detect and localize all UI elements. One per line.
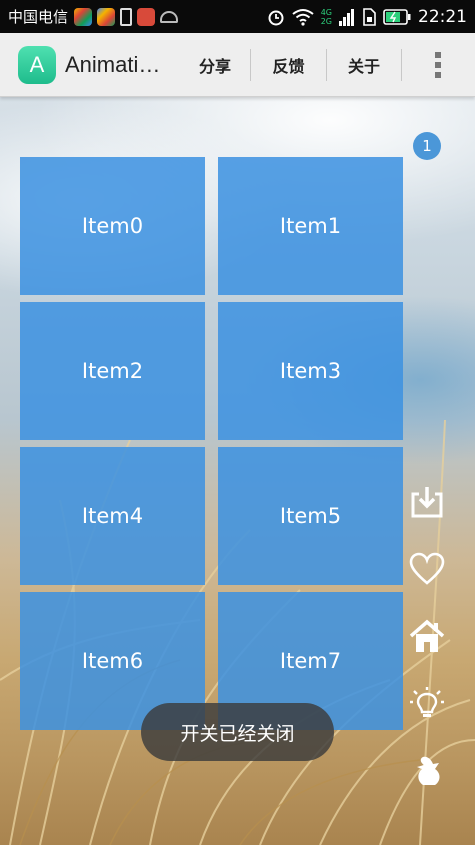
wifi-icon <box>292 8 314 26</box>
network-type-label: 4G 2G <box>321 8 332 26</box>
alarm-icon <box>268 10 284 25</box>
status-clock: 22:21 <box>418 6 467 27</box>
grid-item[interactable]: Item2 <box>20 302 205 440</box>
battery-saver-icon <box>120 7 133 26</box>
overflow-menu-icon[interactable] <box>402 33 474 97</box>
android-icon <box>160 10 179 23</box>
battery-icon <box>383 8 411 25</box>
app-logo: A <box>18 45 56 84</box>
network-2g-label: 2G <box>320 16 332 26</box>
grid-item[interactable]: Item4 <box>20 447 205 585</box>
count-badge[interactable]: 1 <box>413 132 441 160</box>
carrier-name: 中国电信 <box>8 8 69 26</box>
signal-icon <box>339 8 354 26</box>
app-notification-icon <box>137 7 156 26</box>
grid-item[interactable]: Item5 <box>218 447 403 585</box>
heart-icon[interactable] <box>409 551 445 587</box>
bird-icon[interactable] <box>409 753 445 789</box>
app-title: Animati… <box>65 51 161 77</box>
grid-item[interactable]: Item3 <box>218 302 403 440</box>
sim-card-icon <box>363 7 376 26</box>
menu-feedback[interactable]: 反馈 <box>251 49 326 81</box>
network-4g-label: 4G <box>320 7 332 17</box>
toast-message: 开关已经关闭 <box>141 703 334 761</box>
menu-share[interactable]: 分享 <box>180 49 250 81</box>
lightbulb-icon[interactable] <box>409 686 445 722</box>
grid-item[interactable]: Item1 <box>218 157 403 295</box>
status-bar: 中国电信 4G 2G 22:21 <box>0 0 475 33</box>
home-icon[interactable] <box>409 619 445 655</box>
menu-about[interactable]: 关于 <box>327 49 401 81</box>
action-bar: A Animati… 分享 反馈 关于 <box>0 33 475 97</box>
app-notification-icon <box>97 7 116 26</box>
grid-item[interactable]: Item0 <box>20 157 205 295</box>
download-icon[interactable] <box>409 484 445 520</box>
app-notification-icon <box>74 7 93 26</box>
